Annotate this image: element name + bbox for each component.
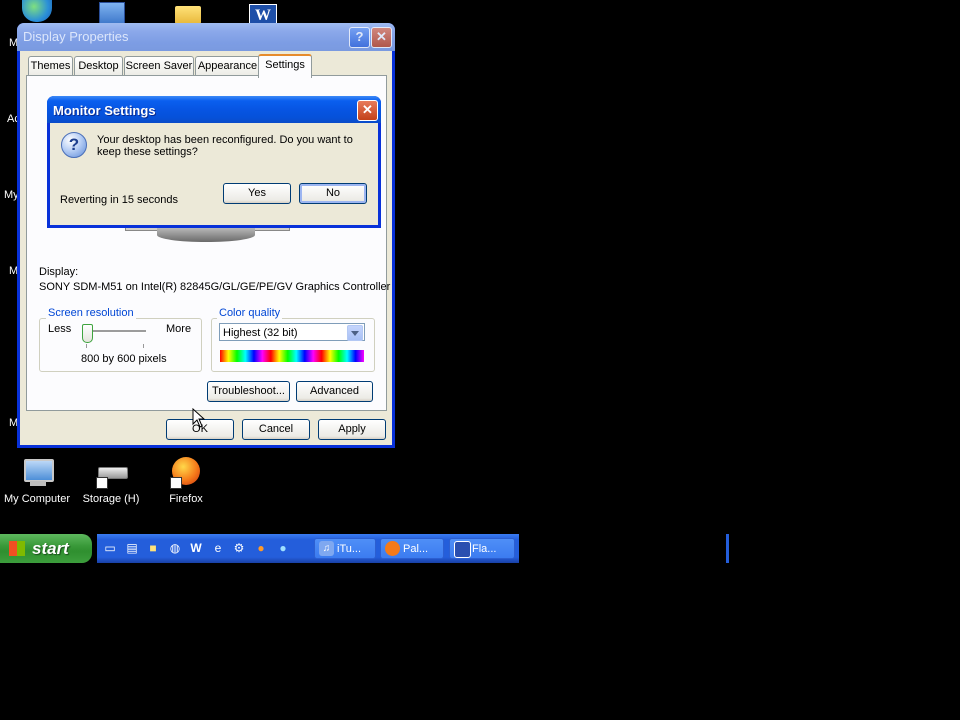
- question-icon: ?: [61, 132, 87, 158]
- display-label: Display:: [39, 266, 79, 278]
- color-quality-dropdown[interactable]: Highest (32 bit): [219, 323, 365, 341]
- more-label: More: [166, 323, 192, 335]
- resolution-slider-tick: [86, 344, 87, 348]
- help-button[interactable]: ?: [349, 27, 370, 48]
- desktop-icon-firefox[interactable]: Firefox: [149, 457, 223, 505]
- folder-icon[interactable]: [175, 6, 201, 24]
- title-bar[interactable]: Display Properties ? ✕: [17, 23, 395, 51]
- word-icon[interactable]: W: [188, 540, 204, 556]
- messenger-icon[interactable]: ●: [275, 540, 291, 556]
- icon-label: Firefox: [169, 493, 203, 505]
- network-icon[interactable]: ⚙: [231, 540, 247, 556]
- internet-explorer-icon[interactable]: e: [210, 540, 226, 556]
- revert-countdown: Reverting in 15 seconds: [60, 194, 179, 206]
- troubleshoot-button[interactable]: Troubleshoot...: [207, 381, 290, 402]
- mouse-cursor-icon: [192, 408, 205, 428]
- color-quality-value: Highest (32 bit): [223, 327, 298, 339]
- itunes-icon: ♫: [319, 541, 334, 556]
- desktop-icon-my-computer[interactable]: My Computer: [0, 457, 74, 505]
- dialog-title-bar[interactable]: Monitor Settings ✕: [47, 96, 381, 123]
- screen-resolution-legend: Screen resolution: [46, 307, 136, 319]
- resolution-slider-tick: [143, 344, 144, 348]
- tab-themes[interactable]: Themes: [28, 56, 73, 76]
- desktop-icon-storage[interactable]: Storage (H): [74, 457, 148, 505]
- icon-label: My Computer: [3, 493, 71, 505]
- task-label: iTu...: [337, 543, 362, 555]
- monitor-stand: [157, 228, 255, 242]
- task-label: Pal...: [403, 543, 429, 555]
- taskbar-task[interactable]: Fla...: [449, 538, 515, 559]
- color-spectrum-bar: [220, 350, 364, 362]
- close-button[interactable]: ✕: [371, 27, 392, 48]
- firefox-icon: [169, 457, 203, 489]
- windows-logo-icon: [9, 541, 25, 556]
- cancel-button[interactable]: Cancel: [242, 419, 310, 440]
- resolution-slider-thumb[interactable]: [82, 324, 93, 343]
- no-button[interactable]: No: [299, 183, 367, 204]
- firefox-icon: [385, 541, 400, 556]
- task-label: Fla...: [472, 543, 497, 555]
- monitor-settings-dialog: Monitor Settings ✕: [47, 96, 381, 228]
- advanced-button[interactable]: Advanced: [296, 381, 373, 402]
- globe-icon[interactable]: ◍: [167, 540, 183, 556]
- drive-icon: [94, 457, 128, 489]
- taskbar-fragment: [726, 534, 729, 563]
- window-title: Display Properties: [23, 29, 129, 44]
- dialog-title: Monitor Settings: [53, 103, 156, 118]
- apply-button[interactable]: Apply: [318, 419, 386, 440]
- chevron-down-icon[interactable]: [347, 325, 363, 341]
- resolution-slider-track[interactable]: [84, 330, 146, 333]
- tab-appearance[interactable]: Appearance: [195, 56, 260, 76]
- notepad-icon[interactable]: ▤: [124, 540, 140, 556]
- taskbar-task[interactable]: ♫ iTu...: [314, 538, 376, 559]
- less-label: Less: [48, 323, 72, 335]
- my-computer-icon: [20, 457, 54, 489]
- resolution-value: 800 by 600 pixels: [81, 353, 167, 365]
- dialog-message: Your desktop has been reconfigured. Do y…: [97, 134, 353, 158]
- start-label: start: [32, 539, 69, 558]
- color-quality-legend: Color quality: [217, 307, 283, 319]
- tab-settings[interactable]: Settings: [258, 54, 312, 78]
- start-button[interactable]: start: [0, 534, 92, 563]
- yes-button[interactable]: Yes: [223, 183, 291, 204]
- tab-screen-saver[interactable]: Screen Saver: [124, 56, 194, 76]
- tab-desktop[interactable]: Desktop: [74, 56, 123, 76]
- close-button[interactable]: ✕: [357, 100, 378, 121]
- globe-icon[interactable]: [22, 0, 52, 22]
- flash-icon: [454, 541, 471, 558]
- taskbar-task[interactable]: Pal...: [380, 538, 444, 559]
- show-desktop-icon[interactable]: ▭: [102, 540, 118, 556]
- folder-icon[interactable]: ■: [145, 540, 161, 556]
- icon-label: Storage (H): [82, 493, 140, 505]
- display-value: SONY SDM-M51 on Intel(R) 82845G/GL/GE/PE…: [39, 281, 391, 293]
- firefox-icon[interactable]: ●: [253, 540, 269, 556]
